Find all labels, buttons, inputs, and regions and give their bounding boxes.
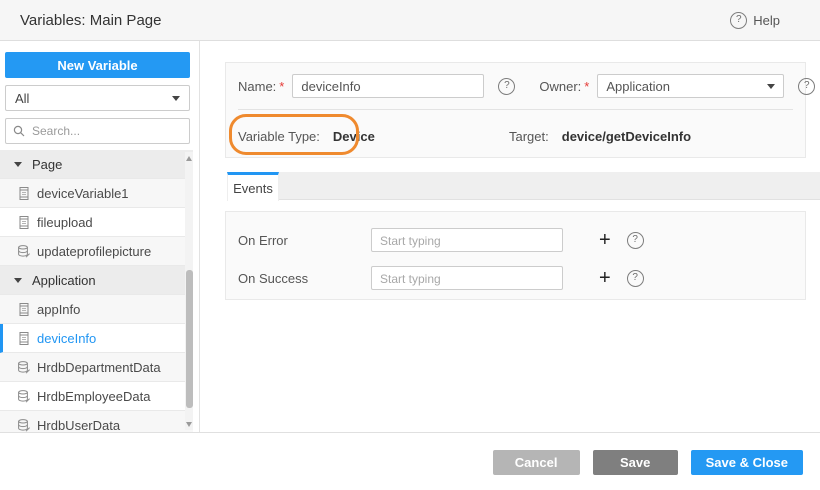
variable-search [5,118,190,144]
scrollbar-thumb[interactable] [186,270,193,408]
list-item[interactable]: HrdbUserData [0,411,193,432]
form-divider [238,109,793,110]
device-icon [17,332,30,345]
chevron-down-icon [172,96,180,101]
variables-sidebar: New Variable All Page deviceVariable1 fi… [0,41,200,432]
on-success-label: On Success [238,271,371,286]
name-help-icon[interactable] [498,78,515,95]
list-item-label: deviceVariable1 [37,186,129,201]
caret-down-icon [14,278,22,283]
on-success-input[interactable] [371,266,563,290]
list-item-selected[interactable]: deviceInfo [0,324,193,353]
help-button[interactable]: Help [730,12,780,29]
list-item-label: fileupload [37,215,93,230]
group-label: Application [32,273,96,288]
events-panel: On Error + On Success + [225,211,806,300]
cancel-button[interactable]: Cancel [493,450,580,475]
list-item[interactable]: HrdbDepartmentData [0,353,193,382]
target-value: device/getDeviceInfo [562,129,691,144]
on-error-input[interactable] [371,228,563,252]
device-icon [17,216,30,229]
help-label: Help [753,13,780,28]
name-field[interactable] [292,74,484,98]
sidebar-scrollbar[interactable] [185,152,193,430]
variable-form-panel: Name: * Owner: * Application Variable Ty… [225,62,806,158]
database-icon [17,419,30,432]
tab-bar: Events [201,172,820,201]
chevron-down-icon [767,84,775,89]
list-item-label: HrdbUserData [37,418,120,433]
target-label: Target: [509,129,549,144]
filter-value: All [15,91,29,106]
group-label: Page [32,157,62,172]
list-item[interactable]: appInfo [0,295,193,324]
required-marker: * [584,79,589,94]
list-item-label: HrdbEmployeeData [37,389,150,404]
save-and-close-button[interactable]: Save & Close [691,450,803,475]
group-row-page[interactable]: Page [0,150,193,179]
dialog-header: Variables: Main Page Help [0,0,820,41]
list-item[interactable]: updateprofilepicture [0,237,193,266]
list-item[interactable]: fileupload [0,208,193,237]
scroll-down-icon[interactable] [185,418,193,430]
owner-value: Application [606,79,670,94]
on-error-help-icon[interactable] [627,232,644,249]
database-icon [17,361,30,374]
database-icon [17,245,30,258]
tab-events[interactable]: Events [227,172,279,201]
owner-label: Owner: [539,79,581,94]
page-title: Variables: Main Page [20,12,161,29]
help-icon [730,12,747,29]
list-item-label: appInfo [37,302,80,317]
tab-events-label: Events [233,181,273,196]
list-item[interactable]: deviceVariable1 [0,179,193,208]
variable-filter-select[interactable]: All [5,85,190,111]
save-button[interactable]: Save [593,450,678,475]
scroll-up-icon[interactable] [185,152,193,164]
list-item-label: updateprofilepicture [37,244,151,259]
list-item-label: HrdbDepartmentData [37,360,161,375]
list-item-label: deviceInfo [37,331,96,346]
add-error-action-icon[interactable]: + [599,230,611,250]
owner-select[interactable]: Application [597,74,784,98]
variables-list: Page deviceVariable1 fileupload updatepr… [0,150,193,432]
required-marker: * [279,79,284,94]
dialog-footer: Cancel Save Save & Close [0,432,820,490]
database-icon [17,390,30,403]
variable-detail-panel: Name: * Owner: * Application Variable Ty… [201,41,820,432]
add-success-action-icon[interactable]: + [599,268,611,288]
search-icon [13,125,25,137]
tab-strip [279,172,820,200]
variables-dialog: Variables: Main Page Help New Variable A… [0,0,820,490]
on-success-help-icon[interactable] [627,270,644,287]
variable-type-label: Variable Type: [238,129,320,144]
group-row-application[interactable]: Application [0,266,193,295]
variable-type-value: Device [333,129,375,144]
new-variable-button[interactable]: New Variable [5,52,190,78]
device-icon [17,303,30,316]
list-item[interactable]: HrdbEmployeeData [0,382,193,411]
search-input[interactable] [30,123,189,139]
device-icon [17,187,30,200]
owner-help-icon[interactable] [798,78,815,95]
on-error-label: On Error [238,233,371,248]
name-label: Name: [238,79,276,94]
caret-down-icon [14,162,22,167]
